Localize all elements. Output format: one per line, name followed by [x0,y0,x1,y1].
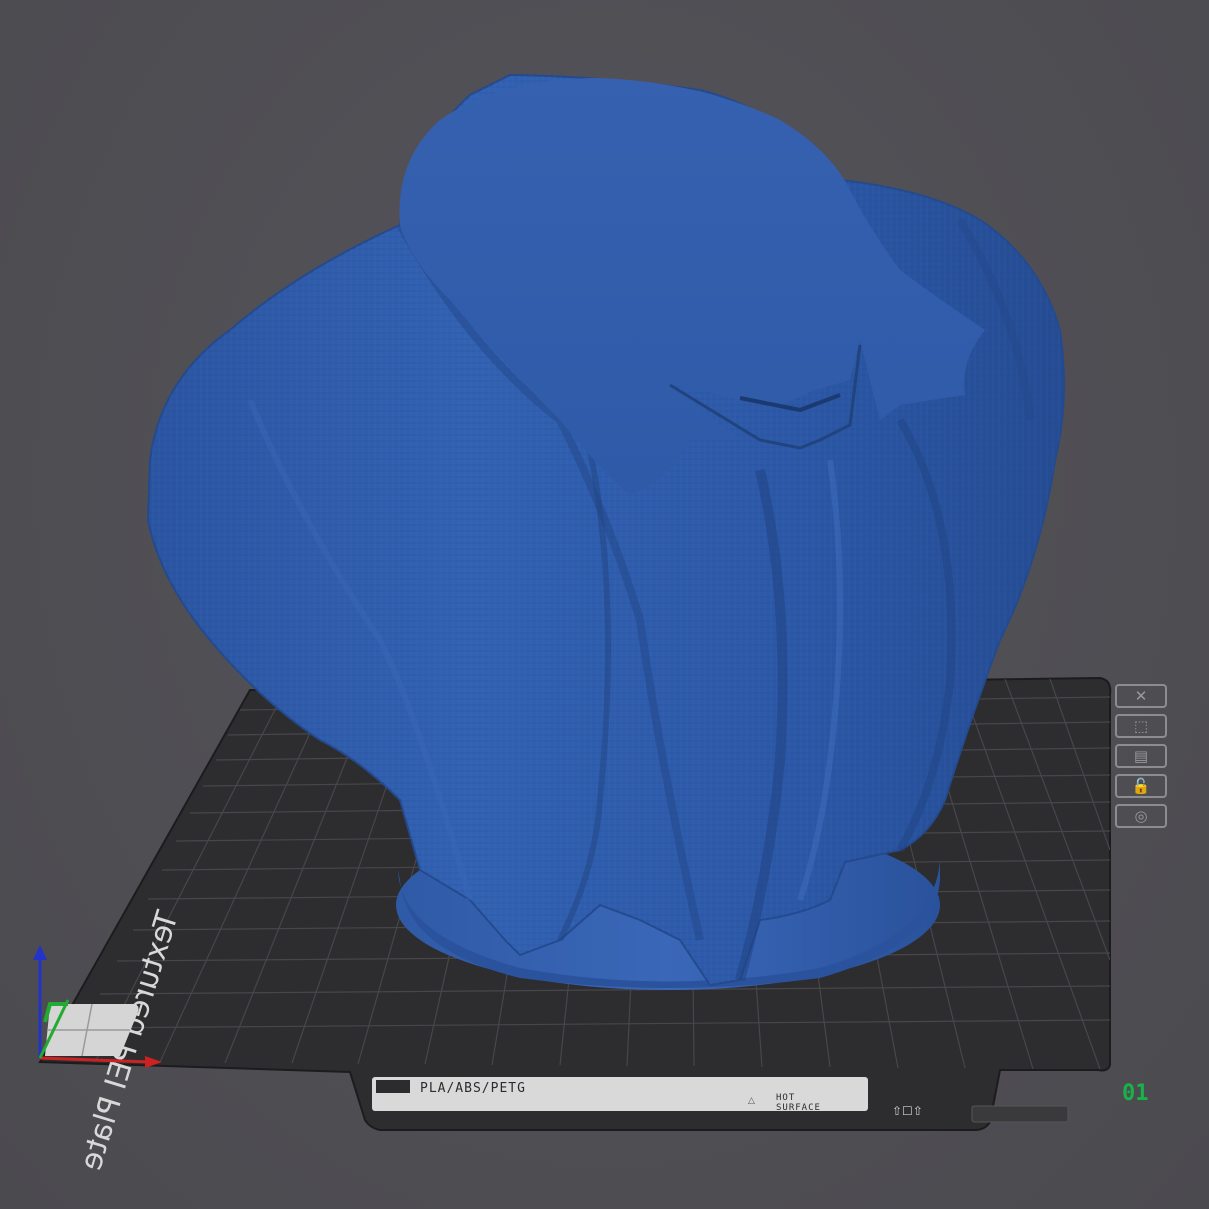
plate-toolbar: ✕ ⬚ ▤ 🔓 ◎ [1115,684,1167,828]
hot-label: HOT [776,1093,795,1103]
arrange-icon: ⬚ [1133,716,1149,735]
close-plate-button[interactable]: ✕ [1115,684,1167,708]
z-axis-arrow [33,945,47,960]
surface-label: SURFACE [776,1103,821,1113]
filament-label: PLA/ABS/PETG [420,1081,526,1096]
view-icon: ◎ [1134,806,1148,825]
close-plate-icon: ✕ [1134,686,1148,705]
plate-slot [971,1105,1069,1123]
3d-viewport[interactable]: Textured PEI Plate PLA/ABS/PETG △ HOT SU… [0,0,1209,1209]
lock-icon: 🔓 [1131,776,1151,795]
arrange-button[interactable]: ⬚ [1115,714,1167,738]
warning-icon: △ [748,1096,755,1106]
plate-arrows-icon: ⇧☐⇧ [892,1104,923,1118]
plate-number[interactable]: 01 [1122,1081,1149,1106]
view-button[interactable]: ◎ [1115,804,1167,828]
orient-button[interactable]: ▤ [1115,744,1167,768]
lock-button[interactable]: 🔓 [1115,774,1167,798]
orient-icon: ▤ [1133,746,1149,765]
scene-canvas[interactable]: Textured PEI Plate PLA/ABS/PETG △ HOT SU… [0,0,1209,1209]
